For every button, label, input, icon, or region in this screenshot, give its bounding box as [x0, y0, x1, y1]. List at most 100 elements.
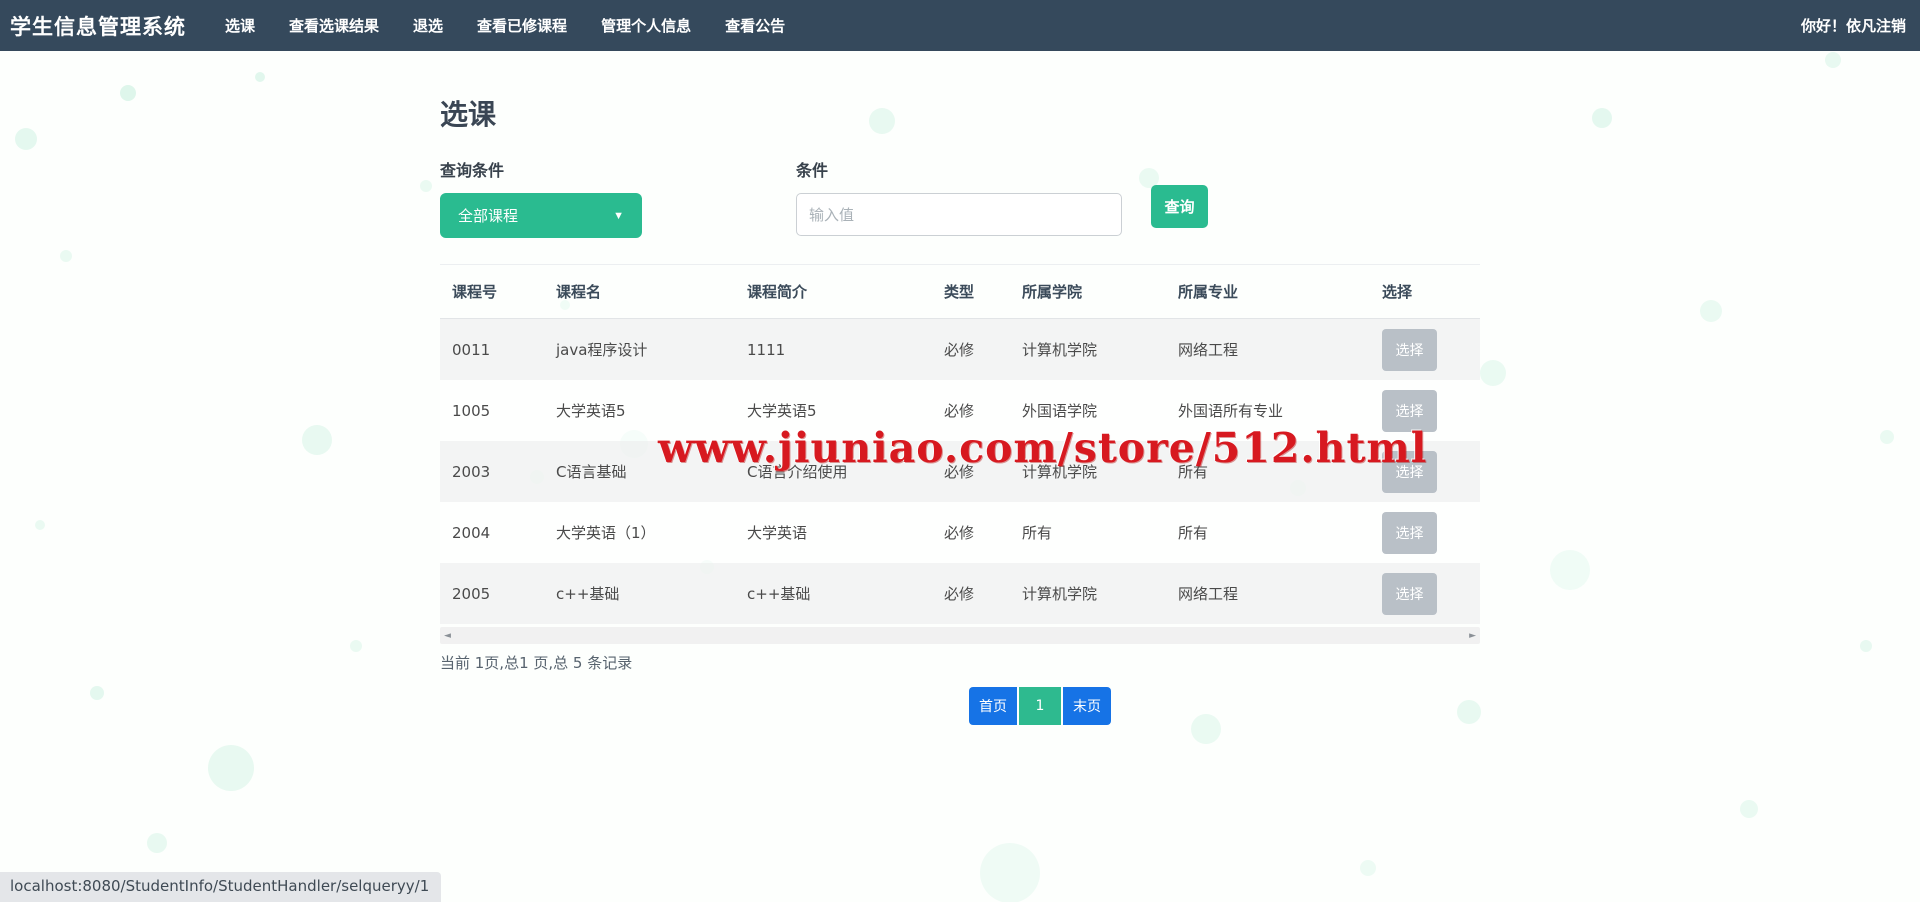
search-button[interactable]: 查询: [1151, 185, 1208, 228]
chevron-down-icon: ▼: [613, 210, 624, 222]
select-course-button[interactable]: 选择: [1382, 451, 1437, 493]
table-cell: C语言基础: [544, 461, 735, 482]
greeting-text: 你好！依凡: [1801, 15, 1876, 36]
bubble-decoration: [1592, 108, 1612, 128]
table-cell: 外国语所有专业: [1166, 400, 1370, 421]
table-cell: 必修: [932, 400, 1010, 421]
table-cell: 大学英语: [735, 522, 932, 543]
column-header: 类型: [932, 281, 1010, 302]
bubble-decoration: [208, 745, 254, 791]
bubble-decoration: [302, 425, 332, 455]
table-cell: c++基础: [544, 583, 735, 604]
table-cell: 所有: [1166, 461, 1370, 482]
select-course-button[interactable]: 选择: [1382, 512, 1437, 554]
table-row: 1005大学英语5大学英语5必修外国语学院外国语所有专业选择: [440, 380, 1480, 441]
bubble-decoration: [980, 843, 1040, 902]
nav-item-2[interactable]: 查看选课结果: [272, 0, 396, 51]
page-title: 选课: [440, 93, 1480, 133]
nav-item-4[interactable]: 查看已修课程: [460, 0, 584, 51]
column-header: 所属专业: [1166, 281, 1370, 302]
course-table: 课程号课程名课程简介类型所属学院所属专业选择 0011java程序设计1111必…: [440, 264, 1480, 624]
table-header-row: 课程号课程名课程简介类型所属学院所属专业选择: [440, 265, 1480, 319]
nav-item-5[interactable]: 管理个人信息: [584, 0, 708, 51]
scroll-left-icon[interactable]: ◄: [444, 631, 451, 641]
column-header: 课程名: [544, 281, 735, 302]
table-cell: 大学英语5: [544, 400, 735, 421]
bubble-decoration: [350, 640, 362, 652]
table-cell: C语言介绍使用: [735, 461, 932, 482]
record-summary: 当前 1页,总1 页,总 5 条记录: [440, 652, 1480, 673]
condition-input[interactable]: [796, 193, 1122, 236]
column-header: 所属学院: [1010, 281, 1166, 302]
table-cell: 大学英语5: [735, 400, 932, 421]
table-cell: 计算机学院: [1010, 461, 1166, 482]
condition-label: 条件: [796, 157, 1151, 181]
nav-item-6[interactable]: 查看公告: [708, 0, 802, 51]
table-cell: 所有: [1010, 522, 1166, 543]
table-cell: 0011: [440, 341, 544, 359]
logout-link[interactable]: 注销: [1876, 15, 1906, 36]
select-course-button[interactable]: 选择: [1382, 573, 1437, 615]
bubble-decoration: [1360, 860, 1376, 876]
column-header: 课程简介: [735, 281, 932, 302]
bubble-decoration: [420, 180, 432, 192]
bubble-decoration: [1700, 300, 1722, 322]
bubble-decoration: [1480, 360, 1506, 386]
table-cell: 2005: [440, 585, 544, 603]
table-row: 0011java程序设计1111必修计算机学院网络工程选择: [440, 319, 1480, 380]
table-cell: 网络工程: [1166, 339, 1370, 360]
nav-user-area: 你好！依凡注销: [1801, 15, 1920, 36]
filter-area: 查询条件 全部课程 ▼ 条件 查询: [440, 157, 1480, 238]
table-cell: 必修: [932, 339, 1010, 360]
bubble-decoration: [1740, 800, 1758, 818]
top-navbar: 学生信息管理系统 选课查看选课结果退选查看已修课程管理个人信息查看公告 你好！依…: [0, 0, 1920, 51]
horizontal-scrollbar[interactable]: ◄ ►: [440, 627, 1480, 644]
table-row: 2005c++基础c++基础必修计算机学院网络工程选择: [440, 563, 1480, 624]
bubble-decoration: [255, 72, 265, 82]
table-cell: 1005: [440, 402, 544, 420]
bubble-decoration: [1825, 52, 1841, 68]
select-course-button[interactable]: 选择: [1382, 390, 1437, 432]
query-condition-label: 查询条件: [440, 157, 796, 181]
bubble-decoration: [1550, 550, 1590, 590]
table-cell: 计算机学院: [1010, 339, 1166, 360]
table-cell: 2004: [440, 524, 544, 542]
bubble-decoration: [60, 250, 72, 262]
course-type-dropdown[interactable]: 全部课程 ▼: [440, 193, 642, 238]
table-cell: 所有: [1166, 522, 1370, 543]
bubble-decoration: [1880, 430, 1894, 444]
nav-item-3[interactable]: 退选: [396, 0, 460, 51]
bubble-decoration: [147, 833, 167, 853]
table-cell: 必修: [932, 461, 1010, 482]
column-header: 选择: [1370, 281, 1480, 302]
table-cell: 必修: [932, 583, 1010, 604]
table-cell: 外国语学院: [1010, 400, 1166, 421]
table-row: 2004大学英语（1）大学英语必修所有所有选择: [440, 502, 1480, 563]
table-cell: 网络工程: [1166, 583, 1370, 604]
select-course-button[interactable]: 选择: [1382, 329, 1437, 371]
table-cell: 1111: [735, 341, 932, 359]
nav-menu: 选课查看选课结果退选查看已修课程管理个人信息查看公告: [208, 0, 802, 51]
bubble-decoration: [1860, 640, 1872, 652]
status-bar-url: localhost:8080/StudentInfo/StudentHandle…: [0, 872, 441, 902]
bubble-decoration: [15, 128, 37, 150]
main-content: 选课 查询条件 全部课程 ▼ 条件 查询 课程号课程名课程简介类型所属学院所属专…: [440, 93, 1480, 725]
scroll-right-icon[interactable]: ►: [1469, 631, 1476, 641]
last-page-button[interactable]: 末页: [1063, 687, 1111, 725]
bubble-decoration: [35, 520, 45, 530]
column-header: 课程号: [440, 281, 544, 302]
table-row: 2003C语言基础C语言介绍使用必修计算机学院所有选择: [440, 441, 1480, 502]
bubble-decoration: [120, 85, 136, 101]
dropdown-selected-value: 全部课程: [458, 205, 518, 226]
bubble-decoration: [90, 686, 104, 700]
current-page-button[interactable]: 1: [1019, 687, 1061, 725]
first-page-button[interactable]: 首页: [969, 687, 1017, 725]
table-cell: 必修: [932, 522, 1010, 543]
table-cell: 2003: [440, 463, 544, 481]
table-cell: c++基础: [735, 583, 932, 604]
table-cell: 大学英语（1）: [544, 522, 735, 543]
table-cell: 计算机学院: [1010, 583, 1166, 604]
table-body: 0011java程序设计1111必修计算机学院网络工程选择1005大学英语5大学…: [440, 319, 1480, 624]
table-cell: java程序设计: [544, 339, 735, 360]
nav-item-1[interactable]: 选课: [208, 0, 272, 51]
